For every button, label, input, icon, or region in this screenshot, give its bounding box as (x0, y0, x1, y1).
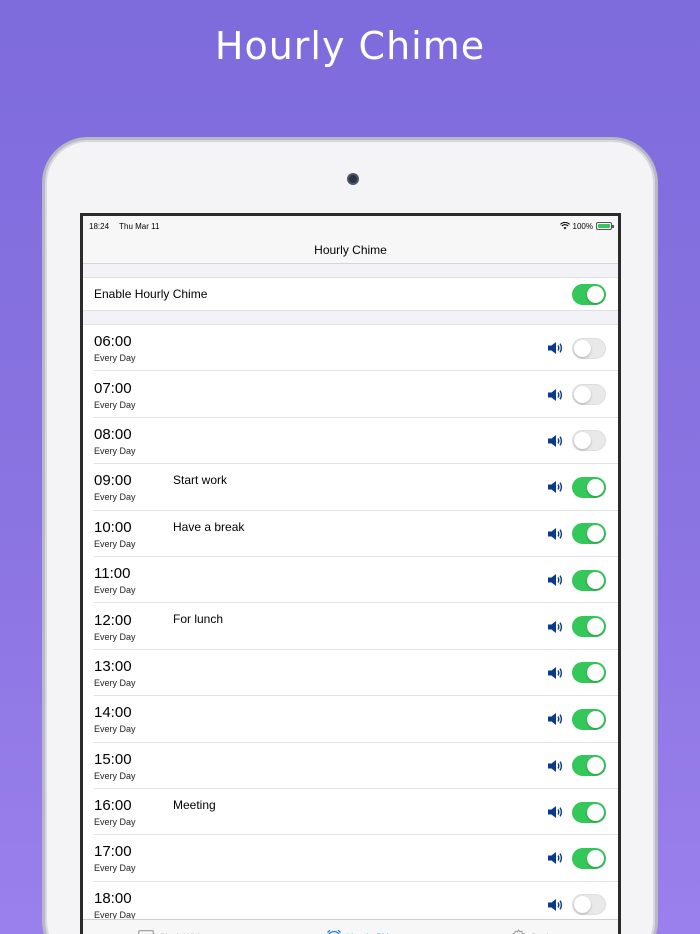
chime-toggle[interactable] (572, 616, 606, 638)
app-screen: 18:24 Thu Mar 11 100% Hourly Chime Enabl… (83, 216, 618, 934)
widgets-icon (137, 929, 154, 934)
chime-toggle[interactable] (572, 430, 606, 452)
speaker-icon[interactable] (547, 619, 565, 635)
chime-row[interactable]: 17:00 Every Day (83, 835, 618, 883)
chime-repeat: Every Day (94, 585, 136, 596)
chime-toggle[interactable] (572, 662, 606, 684)
chime-row[interactable]: 15:00 Every Day (83, 743, 618, 790)
chime-repeat: Every Day (94, 863, 136, 874)
chime-toggle[interactable] (572, 801, 606, 823)
gear-icon (511, 929, 526, 934)
chime-repeat: Every Day (94, 399, 136, 410)
chime-time: 13:00 (94, 657, 132, 675)
chime-time: 09:00 (94, 472, 132, 490)
speaker-icon[interactable] (547, 804, 565, 820)
chime-toggle[interactable] (572, 894, 606, 916)
speaker-icon[interactable] (547, 387, 565, 403)
chime-row[interactable]: 13:00 Every Day (83, 650, 618, 697)
chime-toggle[interactable] (572, 847, 606, 869)
chime-label: Start work (173, 473, 228, 488)
chime-time: 16:00 (94, 797, 132, 815)
chime-time: 08:00 (94, 425, 132, 443)
enable-hourly-chime-toggle[interactable] (572, 283, 606, 305)
chime-row[interactable]: 16:00 Every Day Meeting (83, 789, 618, 836)
chime-repeat: Every Day (94, 770, 136, 781)
wifi-icon (559, 222, 570, 230)
tab-hourly-chime[interactable]: Hourly Chime (326, 929, 401, 934)
chime-row[interactable]: 14:00 Every Day (83, 696, 618, 743)
chime-time: 11:00 (94, 565, 131, 583)
chime-time: 06:00 (94, 333, 132, 351)
chime-repeat: Every Day (94, 677, 136, 688)
chime-row[interactable]: 07:00 Every Day (83, 371, 618, 419)
status-bar: 18:24 Thu Mar 11 100% (83, 216, 618, 236)
chime-row[interactable]: 08:00 Every Day (83, 418, 618, 465)
speaker-icon[interactable] (547, 433, 565, 449)
chime-toggle[interactable] (572, 569, 606, 591)
battery-percent: 100% (572, 221, 593, 231)
speaker-icon[interactable] (547, 340, 565, 356)
enable-hourly-chime-label: Enable Hourly Chime (94, 287, 208, 301)
chime-time: 14:00 (94, 704, 132, 722)
chime-toggle[interactable] (572, 384, 606, 406)
nav-title: Hourly Chime (83, 236, 618, 264)
speaker-icon[interactable] (547, 758, 565, 774)
status-date: Thu Mar 11 (119, 221, 160, 231)
chime-row[interactable]: 06:00 Every Day (83, 325, 618, 372)
tablet-screen: 18:24 Thu Mar 11 100% Hourly Chime Enabl… (80, 213, 621, 934)
chime-repeat: Every Day (94, 353, 136, 364)
chime-label: Have a break (173, 519, 245, 534)
chime-time: 15:00 (94, 750, 132, 768)
chime-time: 18:00 (94, 889, 132, 907)
tab-clock-widgets[interactable]: Clock Widgets (137, 929, 216, 934)
speaker-icon[interactable] (547, 479, 565, 495)
status-time: 18:24 (89, 221, 110, 231)
chime-repeat: Every Day (94, 631, 136, 642)
speaker-icon[interactable] (547, 897, 565, 913)
chime-repeat: Every Day (94, 817, 136, 828)
chime-time: 17:00 (94, 843, 132, 861)
speaker-icon[interactable] (547, 711, 565, 727)
chime-time: 07:00 (94, 379, 132, 397)
chime-toggle[interactable] (572, 523, 606, 545)
speaker-icon[interactable] (547, 572, 565, 588)
speaker-icon[interactable] (547, 526, 565, 542)
speaker-icon[interactable] (547, 850, 565, 866)
chime-label: For lunch (173, 612, 224, 627)
enable-hourly-chime-row: Enable Hourly Chime (83, 277, 618, 311)
chime-time: 12:00 (94, 611, 132, 629)
camera-icon (347, 173, 359, 185)
chime-toggle[interactable] (572, 337, 606, 359)
alarm-clock-icon (326, 929, 342, 934)
tab-bar: Clock Widgets Hourly Chime Settings (83, 919, 618, 934)
chime-repeat: Every Day (94, 445, 136, 456)
chime-repeat: Every Day (94, 724, 136, 735)
chime-toggle[interactable] (572, 755, 606, 777)
battery-icon (596, 222, 614, 230)
chime-repeat: Every Day (94, 492, 136, 503)
chime-list: 06:00 Every Day 07:00 Every Day 08:00 Every D… (83, 324, 618, 929)
chime-toggle[interactable] (572, 476, 606, 498)
chime-row[interactable]: 11:00 Every Day (83, 557, 618, 604)
chime-row[interactable]: 10:00 Every Day Have a break (83, 511, 618, 558)
tab-settings[interactable]: Settings (511, 929, 563, 934)
chime-repeat: Every Day (94, 538, 136, 549)
chime-label: Meeting (173, 797, 216, 812)
chime-toggle[interactable] (572, 708, 606, 730)
promo-title: Hourly Chime (214, 24, 486, 68)
chime-row[interactable]: 12:00 Every Day For lunch (83, 603, 618, 651)
chime-time: 10:00 (94, 518, 132, 536)
speaker-icon[interactable] (547, 665, 565, 681)
chime-row[interactable]: 09:00 Every Day Start work (83, 464, 618, 511)
